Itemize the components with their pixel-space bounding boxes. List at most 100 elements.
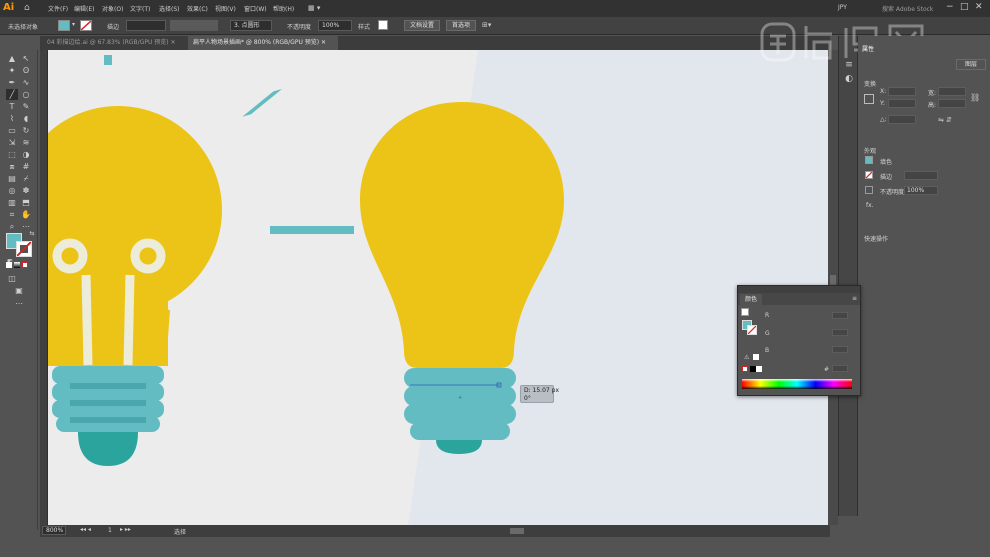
menu-effect[interactable]: 效果(C) <box>187 4 208 13</box>
none-mode-icon[interactable] <box>22 262 28 268</box>
tab-close-icon[interactable]: ✕ <box>171 39 176 46</box>
angle-field[interactable] <box>888 115 916 124</box>
stroke-weight-panel-field[interactable] <box>904 171 938 180</box>
eraser-tool-icon[interactable]: ▭ <box>6 125 18 136</box>
paintbrush-tool-icon[interactable]: ⌇ <box>6 113 18 124</box>
zoom-field[interactable]: 800% <box>42 526 66 535</box>
pen-tool-icon[interactable]: ✒ <box>6 77 18 88</box>
slider-r-value[interactable] <box>832 312 848 319</box>
tab-properties[interactable]: 属性 <box>862 44 874 53</box>
stroke-none-panel-icon[interactable] <box>865 171 873 179</box>
home-icon[interactable]: ⌂ <box>24 3 34 13</box>
artboard-nav-next-icon[interactable]: ▸ ▸▸ <box>120 526 131 533</box>
scale-tool-icon[interactable]: ⇲ <box>6 137 18 148</box>
eyedropper-tool-icon[interactable]: ⌿ <box>20 173 32 184</box>
menu-help[interactable]: 帮助(H) <box>273 4 294 13</box>
panel-menu-icon[interactable]: ≡ <box>852 295 857 302</box>
direct-selection-tool-icon[interactable]: ↖ <box>20 53 32 64</box>
menu-window[interactable]: 窗口(W) <box>244 4 267 13</box>
symbol-sprayer-tool-icon[interactable]: ✽ <box>20 185 32 196</box>
out-of-gamut-icon[interactable]: ⚠ <box>744 354 749 361</box>
width-tool-icon[interactable]: ≋ <box>20 137 32 148</box>
shape-builder-tool-icon[interactable]: ◑ <box>20 149 32 160</box>
opacity-field[interactable]: 100% <box>318 20 352 31</box>
arrange-documents-icon[interactable]: ⊞▾ <box>482 21 491 29</box>
artboard-number[interactable]: 1 <box>108 527 112 534</box>
slider-b-value[interactable] <box>832 346 848 353</box>
magic-wand-tool-icon[interactable]: ✦ <box>6 65 18 76</box>
artboard-canvas[interactable]: + <box>48 50 828 525</box>
maximize-icon[interactable]: □ <box>960 2 969 12</box>
zoom-tool-icon[interactable]: ⌕ <box>6 221 18 232</box>
mesh-tool-icon[interactable]: # <box>20 161 32 172</box>
brush-definition[interactable]: 3. 点圆形 <box>230 20 272 31</box>
swap-colors-icon[interactable]: ⇆ <box>26 228 38 239</box>
color-spectrum[interactable] <box>742 379 852 389</box>
minimize-icon[interactable]: − <box>946 2 954 12</box>
style-swatch[interactable] <box>378 20 388 30</box>
arrange-icon[interactable]: ▦ ▾ <box>308 4 320 12</box>
ellipse-tool-icon[interactable]: ○ <box>20 89 32 100</box>
menu-view[interactable]: 视图(V) <box>215 4 236 13</box>
menu-select[interactable]: 选择(S) <box>159 4 180 13</box>
blend-tool-icon[interactable]: ◎ <box>6 185 18 196</box>
perspective-grid-tool-icon[interactable]: ⧈ <box>6 161 18 172</box>
menu-type[interactable]: 文字(T) <box>130 4 150 13</box>
chevron-down-icon[interactable]: ▾ <box>72 21 75 28</box>
stock-search[interactable]: 搜索 Adobe Stock <box>882 4 933 13</box>
fill-swatch-panel[interactable] <box>865 156 873 164</box>
selection-tool-icon[interactable]: ▲ <box>6 53 18 64</box>
color-tab[interactable]: 颜色 <box>740 294 763 305</box>
variable-width-field[interactable] <box>170 20 218 31</box>
horizontal-scroll-thumb[interactable] <box>510 528 524 534</box>
tab-doc-1[interactable]: 04 彩描边绘.ai @ 67.83% (RGB/GPU 预览) ✕ <box>42 36 184 50</box>
color-mode-icon[interactable] <box>6 262 12 268</box>
gradient-tool-icon[interactable]: ▤ <box>6 173 18 184</box>
free-transform-tool-icon[interactable]: ⬚ <box>6 149 18 160</box>
lasso-tool-icon[interactable]: ʘ <box>20 65 32 76</box>
rotate-tool-icon[interactable]: ↻ <box>20 125 32 136</box>
menu-object[interactable]: 对象(O) <box>102 4 123 13</box>
stroke-none-icon[interactable] <box>80 20 92 31</box>
curvature-tool-icon[interactable]: ∿ <box>20 77 32 88</box>
screen-mode-icon[interactable]: ▣ <box>13 285 25 296</box>
layers-tab-button[interactable]: 图层 <box>956 59 986 70</box>
panel-stroke-small-icon[interactable] <box>741 308 749 316</box>
stroke-color-box[interactable] <box>16 241 32 257</box>
close-icon[interactable]: ✕ <box>975 2 983 12</box>
hand-tool-icon[interactable]: ✋ <box>20 209 32 220</box>
color-panel-header[interactable] <box>738 286 860 293</box>
artboard-nav-icon[interactable]: ◂◂ ◂ <box>80 526 91 533</box>
panel-stroke-box[interactable] <box>747 325 757 335</box>
stroke-weight-field[interactable] <box>126 20 166 31</box>
gradient-mode-icon[interactable] <box>14 262 20 268</box>
type-tool-icon[interactable]: T <box>6 101 18 112</box>
preferences-button[interactable]: 首选项 <box>446 20 476 31</box>
menu-edit[interactable]: 编辑(E) <box>74 4 94 13</box>
web-safe-swatch[interactable] <box>753 354 759 360</box>
menu-file[interactable]: 文件(F) <box>48 4 68 13</box>
reference-point-icon[interactable] <box>864 94 874 104</box>
none-color-icon[interactable] <box>742 366 748 372</box>
draw-normal-icon[interactable]: ◫ <box>6 273 18 284</box>
h-field[interactable] <box>938 99 966 108</box>
document-setup-button[interactable]: 文档设置 <box>404 20 440 31</box>
workspace-switcher[interactable]: JPY <box>838 4 847 11</box>
link-icon[interactable]: ⛓ <box>970 93 980 102</box>
tab-close-icon[interactable]: ✕ <box>321 39 326 46</box>
artboard-tool-icon[interactable]: ⬒ <box>20 197 32 208</box>
fill-swatch[interactable] <box>58 20 70 31</box>
y-field[interactable] <box>888 99 916 108</box>
hex-field[interactable] <box>832 365 848 372</box>
slice-tool-icon[interactable]: ⌗ <box>6 209 18 220</box>
shaper-tool-icon[interactable]: ✎ <box>20 101 32 112</box>
flip-icon[interactable]: ⇋ ⇵ <box>938 116 952 124</box>
more-tools-icon[interactable]: ⋯ <box>13 298 25 309</box>
color-panel-icon[interactable]: ◐ <box>844 74 854 84</box>
x-field[interactable] <box>888 87 916 96</box>
slider-g-value[interactable] <box>832 329 848 336</box>
line-tool-icon[interactable]: ╱ <box>6 89 18 100</box>
blob-brush-tool-icon[interactable]: ◖ <box>20 113 32 124</box>
white-swatch[interactable] <box>756 366 762 372</box>
column-graph-tool-icon[interactable]: ▥ <box>6 197 18 208</box>
